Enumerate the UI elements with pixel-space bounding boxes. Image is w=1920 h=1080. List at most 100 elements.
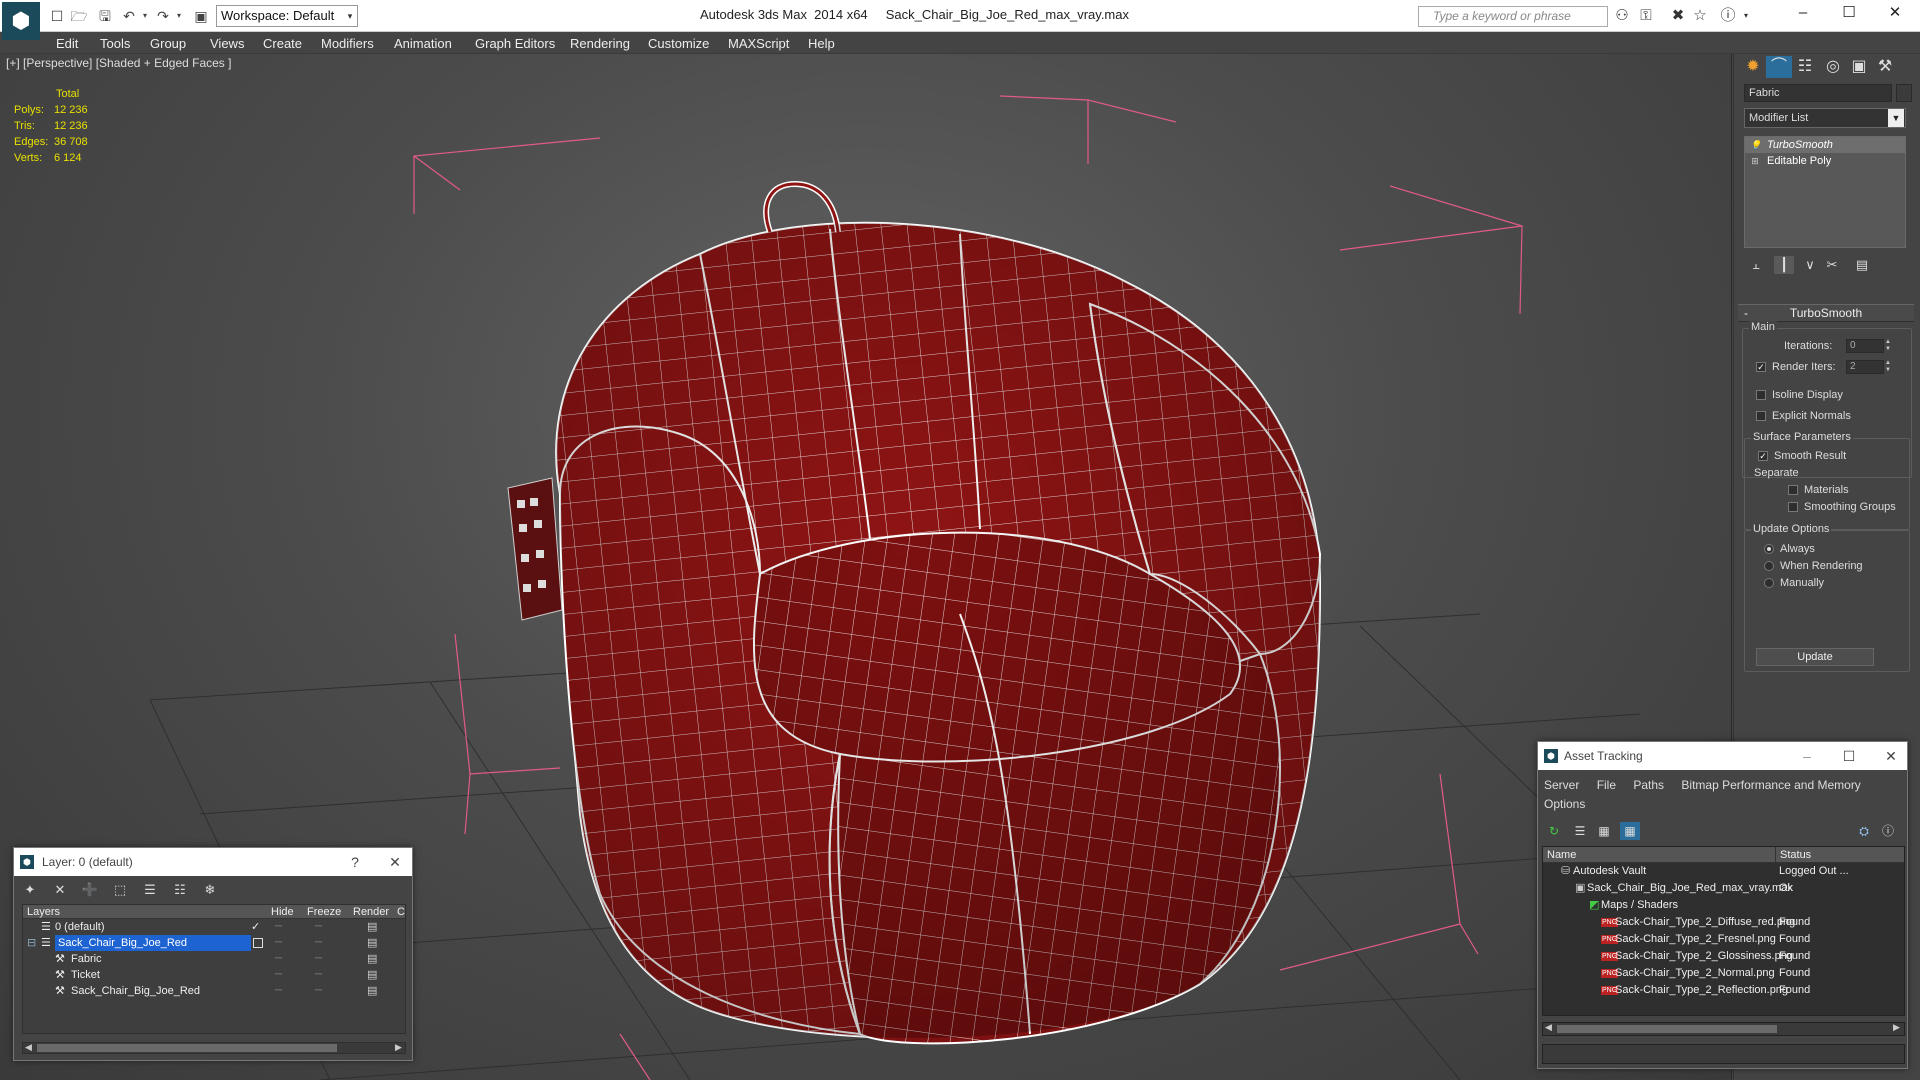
maximize-icon[interactable]: ☐ xyxy=(1834,745,1864,767)
iterations-spinner[interactable]: 0 xyxy=(1846,339,1884,353)
show-end-result-icon[interactable]: ┃ xyxy=(1774,256,1794,274)
refresh-icon[interactable]: ↻ xyxy=(1544,822,1564,840)
column-color[interactable]: C xyxy=(397,905,405,919)
layer-row[interactable]: ⚒ Fabric ─ ─ ▤ xyxy=(23,951,405,967)
new-file-icon[interactable]: ☐ xyxy=(48,7,66,25)
scrollbar-thumb[interactable] xyxy=(37,1044,337,1052)
column-freeze[interactable]: Freeze xyxy=(307,905,341,919)
modify-tab-icon[interactable]: ⌒ xyxy=(1766,56,1792,78)
asset-row[interactable]: PNG Sack-Chair_Type_2_Glossiness.png Fou… xyxy=(1543,948,1904,965)
delete-layer-icon[interactable]: ✕ xyxy=(50,881,70,899)
modifier-list-dropdown[interactable]: Modifier List xyxy=(1744,108,1906,128)
expand-icon[interactable]: ⊟ xyxy=(27,935,36,951)
menu-paths[interactable]: Paths xyxy=(1633,778,1664,792)
scrollbar-thumb[interactable] xyxy=(1557,1025,1777,1033)
scroll-left-icon[interactable]: ◀ xyxy=(25,1042,32,1053)
current-layer-check-icon[interactable]: ✓ xyxy=(251,919,260,935)
asset-dialog-titlebar[interactable]: ⬢ Asset Tracking – ☐ ✕ xyxy=(1538,742,1907,770)
close-icon[interactable]: ✕ xyxy=(1872,2,1918,24)
spinner-arrows-icon[interactable]: ▲ ▼ xyxy=(1884,360,1892,374)
menu-edit[interactable]: Edit xyxy=(56,36,78,51)
expand-icon[interactable]: ⊞ xyxy=(1750,156,1760,166)
menu-graph-editors[interactable]: Graph Editors xyxy=(475,36,555,51)
lightbulb-icon[interactable]: 💡 xyxy=(1750,140,1761,150)
select-objects-icon[interactable]: ⬚ xyxy=(110,881,130,899)
close-icon[interactable]: ✕ xyxy=(380,851,410,873)
menu-tools[interactable]: Tools xyxy=(100,36,130,51)
object-color-swatch[interactable] xyxy=(1896,84,1912,102)
render-iters-spinner[interactable]: 2 xyxy=(1846,360,1884,374)
app-menu-button[interactable]: ⬢ xyxy=(2,2,40,40)
redo-dropdown-icon[interactable]: ▾ xyxy=(170,7,188,25)
key-icon[interactable]: ⚿ xyxy=(1636,7,1656,25)
highlight-layer-icon[interactable]: ☰ xyxy=(140,881,160,899)
spinner-arrows-icon[interactable]: ▲ ▼ xyxy=(1884,339,1892,353)
isoline-display-checkbox[interactable] xyxy=(1756,390,1766,400)
save-file-icon[interactable]: 🖫 xyxy=(96,7,114,25)
menu-customize[interactable]: Customize xyxy=(648,36,709,51)
column-name[interactable]: Name xyxy=(1547,847,1576,863)
search-input[interactable]: Type a keyword or phrase xyxy=(1418,6,1608,27)
hide-all-icon[interactable]: ☷ xyxy=(170,881,190,899)
render-icon[interactable]: ▤ xyxy=(367,967,377,983)
vault-connect-icon[interactable]: ⛭ xyxy=(1854,822,1874,840)
menu-animation[interactable]: Animation xyxy=(394,36,452,51)
tree-view-icon[interactable]: ▦ xyxy=(1594,822,1614,840)
horizontal-scrollbar[interactable]: ◀ ▶ xyxy=(1542,1022,1905,1036)
menu-group[interactable]: Group xyxy=(150,36,186,51)
scroll-left-icon[interactable]: ◀ xyxy=(1545,1022,1552,1033)
table-view-icon[interactable]: ▦ xyxy=(1620,822,1640,840)
undo-dropdown-icon[interactable]: ▾ xyxy=(136,7,154,25)
chevron-down-icon[interactable]: ▾ xyxy=(344,6,356,26)
maximize-icon[interactable]: ☐ xyxy=(1826,2,1872,24)
open-file-icon[interactable]: 🗁 xyxy=(70,7,88,25)
add-to-layer-icon[interactable]: ➕ xyxy=(80,881,100,899)
menu-modifiers[interactable]: Modifiers xyxy=(321,36,374,51)
make-unique-icon[interactable]: ∨ xyxy=(1800,256,1820,274)
asset-row[interactable]: PNG Sack-Chair_Type_2_Reflection.png Fou… xyxy=(1543,982,1904,999)
column-layers[interactable]: Layers xyxy=(27,905,60,919)
display-tab-icon[interactable]: ▣ xyxy=(1846,56,1872,78)
when-rendering-radio[interactable] xyxy=(1764,561,1774,571)
scroll-right-icon[interactable]: ▶ xyxy=(395,1042,402,1053)
layer-row[interactable]: ☰ 0 (default) ✓ ─ ─ ▤ xyxy=(23,919,405,935)
render-icon[interactable]: ▤ xyxy=(367,951,377,967)
menu-views[interactable]: Views xyxy=(210,36,244,51)
update-button[interactable]: Update xyxy=(1756,648,1874,666)
column-render[interactable]: Render xyxy=(353,905,389,919)
menu-maxscript[interactable]: MAXScript xyxy=(728,36,789,51)
render-icon[interactable]: ▤ xyxy=(367,983,377,999)
render-icon[interactable]: ▤ xyxy=(367,935,377,951)
chevron-down-icon[interactable]: ▼ xyxy=(1888,109,1904,127)
manually-radio[interactable] xyxy=(1764,578,1774,588)
remove-modifier-icon[interactable]: ✂ xyxy=(1822,256,1842,274)
asset-row[interactable]: PNG Sack-Chair_Type_2_Fresnel.png Found xyxy=(1543,931,1904,948)
menu-help[interactable]: Help xyxy=(808,36,835,51)
configure-sets-icon[interactable]: ▤ xyxy=(1852,256,1872,274)
workspace-dropdown[interactable]: Workspace: Default xyxy=(216,5,358,27)
close-icon[interactable]: ✕ xyxy=(1876,745,1906,767)
explicit-normals-checkbox[interactable] xyxy=(1756,411,1766,421)
help-dropdown-icon[interactable]: ▾ xyxy=(1736,7,1756,25)
new-layer-icon[interactable]: ✦ xyxy=(20,881,40,899)
menu-options[interactable]: Options xyxy=(1544,797,1585,811)
utilities-tab-icon[interactable]: ⚒ xyxy=(1872,56,1898,78)
freeze-all-icon[interactable]: ❄ xyxy=(200,881,220,899)
layer-row[interactable]: ⚒ Ticket ─ ─ ▤ xyxy=(23,967,405,983)
stack-item-editable-poly[interactable]: ⊞ Editable Poly xyxy=(1745,153,1905,169)
help-button[interactable]: ? xyxy=(340,851,370,873)
menu-server[interactable]: Server xyxy=(1544,778,1579,792)
current-layer-box[interactable] xyxy=(253,938,263,948)
help-icon[interactable]: ⓘ xyxy=(1878,822,1898,840)
layer-row[interactable]: ⊟ ☰ Sack_Chair_Big_Joe_Red ─ ─ ▤ xyxy=(23,935,405,951)
asset-row[interactable]: ◩ Maps / Shaders xyxy=(1543,897,1904,914)
collapse-icon[interactable]: - xyxy=(1744,305,1748,322)
asset-row[interactable]: ▣ Sack_Chair_Big_Joe_Red_max_vray.max Ok xyxy=(1543,880,1904,897)
help-icon[interactable]: ⓘ xyxy=(1718,7,1738,25)
smoothing-groups-checkbox[interactable] xyxy=(1788,502,1798,512)
menu-rendering[interactable]: Rendering xyxy=(570,36,630,51)
layer-row[interactable]: ⚒ Sack_Chair_Big_Joe_Red ─ ─ ▤ xyxy=(23,983,405,999)
minimize-icon[interactable]: – xyxy=(1792,745,1822,767)
star-icon[interactable]: ☆ xyxy=(1690,7,1710,25)
smooth-result-checkbox[interactable]: ✓ xyxy=(1758,451,1768,461)
